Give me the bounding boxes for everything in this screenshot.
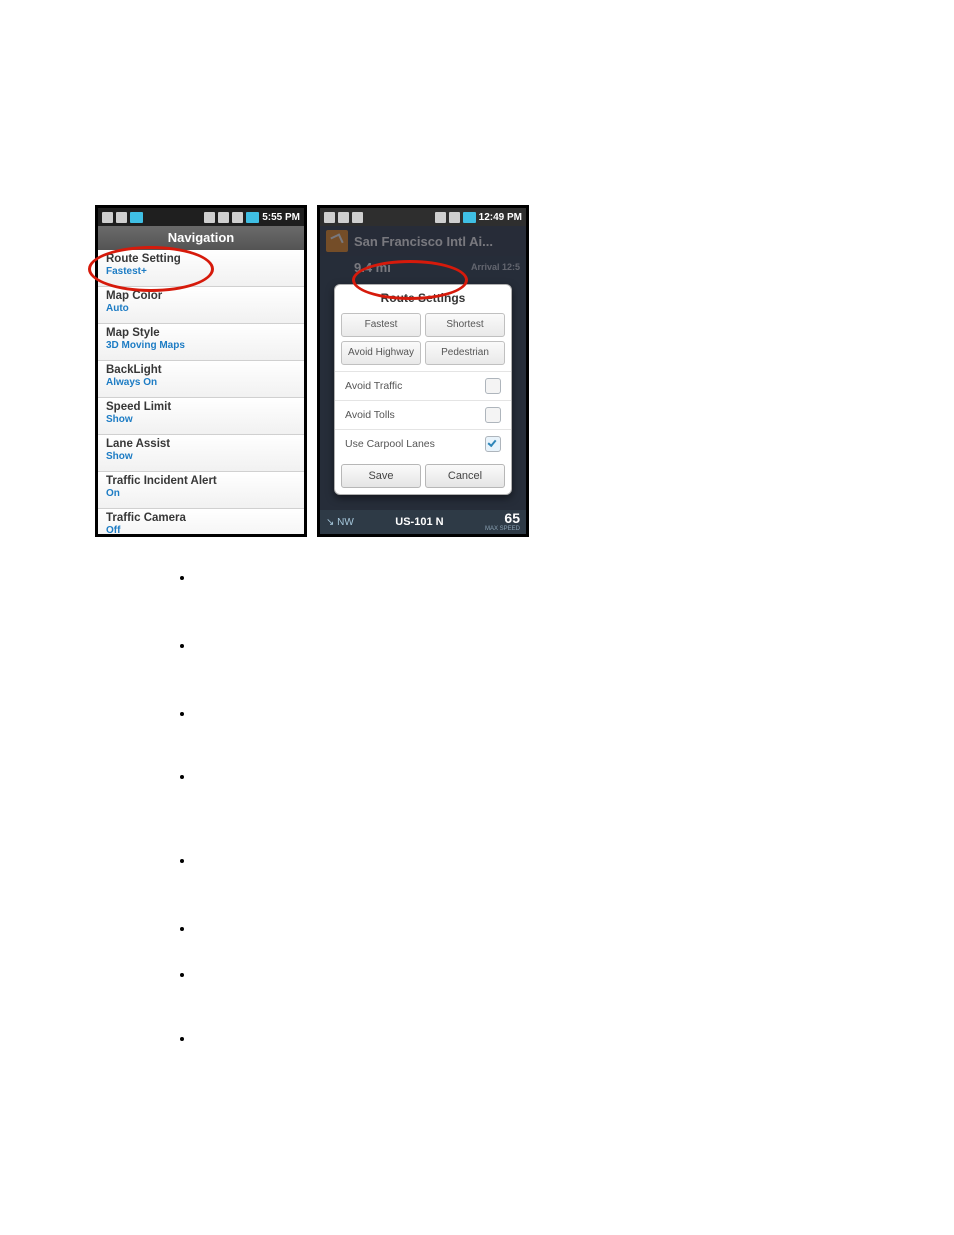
list-row-speed-limit[interactable]: Speed Limit Show (98, 398, 304, 435)
row-value: On (106, 488, 298, 499)
row-label: Speed Limit (106, 401, 298, 413)
nav-footer: ↘ NW US-101 N 65 MAX SPEED (320, 510, 526, 534)
right-phone-screenshot: 12:49 PM San Francisco Intl Ai... 9.4 mi… (317, 205, 529, 537)
save-button[interactable]: Save (341, 464, 421, 488)
document-bullets (155, 569, 195, 1098)
battery-icon (246, 212, 259, 223)
check-avoid-tolls[interactable]: Avoid Tolls (335, 400, 511, 429)
speed-label: MAX SPEED (485, 526, 520, 532)
checkbox-icon[interactable] (485, 378, 501, 394)
signal-icon (232, 212, 243, 223)
list-row-traffic-camera[interactable]: Traffic Camera Off (98, 509, 304, 537)
wifi-icon (218, 212, 229, 223)
row-value: Off (106, 525, 298, 536)
list-row-map-style[interactable]: Map Style 3D Moving Maps (98, 324, 304, 361)
notification-icon (130, 212, 143, 223)
direction-indicator: ↘ NW (326, 517, 354, 528)
speed-block: 65 MAX SPEED (485, 513, 520, 532)
row-label: Map Style (106, 327, 298, 339)
screen-title: Navigation (98, 226, 304, 250)
list-row-lane-assist[interactable]: Lane Assist Show (98, 435, 304, 472)
list-row-route-setting[interactable]: Route Setting Fastest+ (98, 250, 304, 287)
row-value: 3D Moving Maps (106, 340, 298, 351)
route-settings-modal: Route Settings Fastest Shortest Avoid Hi… (334, 284, 512, 495)
row-label: Map Color (106, 290, 298, 302)
row-value: Show (106, 451, 298, 462)
status-time: 5:55 PM (262, 212, 300, 223)
check-label: Avoid Tolls (345, 409, 395, 421)
status-time: 12:49 PM (479, 212, 522, 223)
sync-icon (116, 212, 127, 223)
checkbox-icon[interactable] (485, 407, 501, 423)
compass-icon (324, 212, 335, 223)
left-phone-screenshot: 5:55 PM Navigation Route Setting Fastest… (95, 205, 307, 537)
check-label: Use Carpool Lanes (345, 438, 435, 450)
network-icon (435, 212, 446, 223)
gps-icon (338, 212, 349, 223)
row-label: Traffic Incident Alert (106, 475, 298, 487)
modal-title: Route Settings (335, 285, 511, 311)
row-label: Traffic Camera (106, 512, 298, 524)
row-label: Lane Assist (106, 438, 298, 450)
speed-value: 65 (504, 510, 520, 526)
seg-shortest[interactable]: Shortest (425, 313, 505, 337)
status-bar: 12:49 PM (320, 208, 526, 226)
check-carpool-lanes[interactable]: Use Carpool Lanes (335, 429, 511, 458)
vibrate-icon (204, 212, 215, 223)
settings-list: Route Setting Fastest+ Map Color Auto Ma… (98, 250, 304, 534)
check-label: Avoid Traffic (345, 380, 402, 392)
cancel-button[interactable]: Cancel (425, 464, 505, 488)
row-value: Always On (106, 377, 298, 388)
seg-pedestrian[interactable]: Pedestrian (425, 341, 505, 365)
row-value: Show (106, 414, 298, 425)
sync-icon (352, 212, 363, 223)
checkbox-icon-checked[interactable] (485, 436, 501, 452)
row-value: Auto (106, 303, 298, 314)
status-bar: 5:55 PM (98, 208, 304, 226)
list-row-map-color[interactable]: Map Color Auto (98, 287, 304, 324)
check-avoid-traffic[interactable]: Avoid Traffic (335, 371, 511, 400)
seg-fastest[interactable]: Fastest (341, 313, 421, 337)
list-row-traffic-incident[interactable]: Traffic Incident Alert On (98, 472, 304, 509)
row-label: Route Setting (106, 253, 298, 265)
current-road: US-101 N (354, 516, 485, 528)
gps-icon (102, 212, 113, 223)
seg-avoid-highway[interactable]: Avoid Highway (341, 341, 421, 365)
signal-icon (449, 212, 460, 223)
row-value: Fastest+ (106, 266, 298, 277)
battery-icon (463, 212, 476, 223)
row-label: BackLight (106, 364, 298, 376)
list-row-backlight[interactable]: BackLight Always On (98, 361, 304, 398)
